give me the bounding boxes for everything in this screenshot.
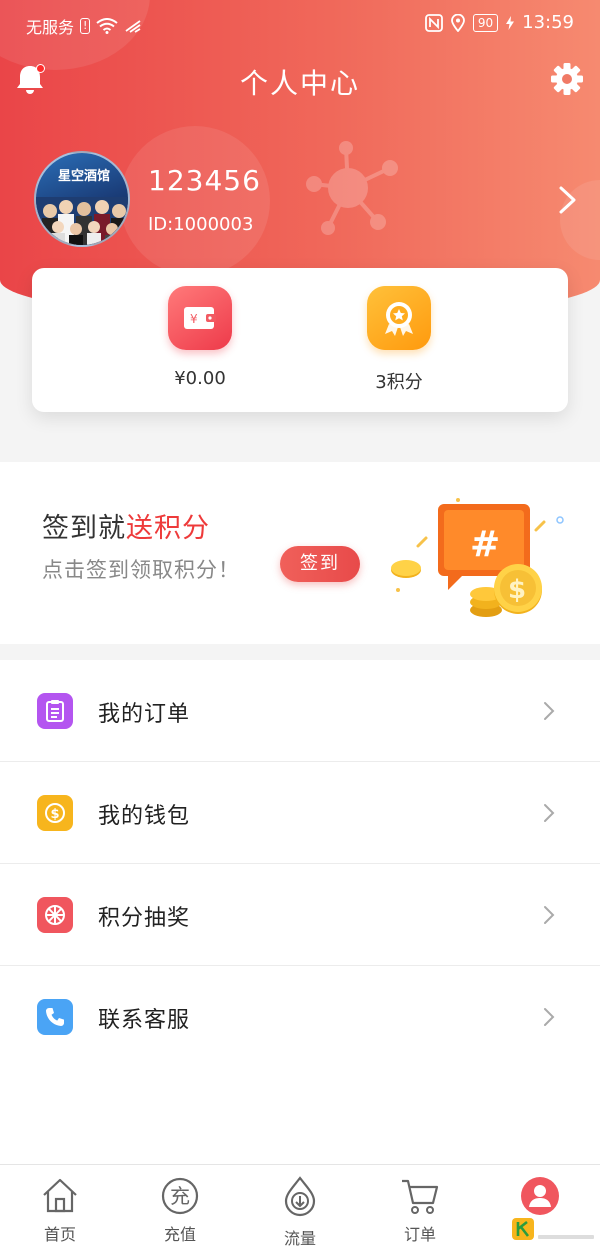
balance-item[interactable]: ¥ ¥0.00 [140, 286, 260, 389]
profile-chevron-right-icon[interactable] [554, 184, 580, 216]
decorative-circle [120, 126, 270, 276]
menu-icon-tile: $ [37, 795, 73, 831]
points-value: 3积分 [375, 372, 423, 393]
coins-board-illustration-icon: # $ [391, 498, 564, 617]
page-title: 个人中心 [239, 67, 360, 100]
medal-icon [385, 302, 413, 336]
charging-icon [506, 15, 515, 30]
tab-traffic[interactable]: 流量 [240, 1165, 360, 1247]
menu-item-label: 积分抽奖 [98, 906, 191, 931]
chevron-right-icon [544, 906, 555, 924]
chevron-right-icon [544, 804, 555, 822]
menu-item-label: 我的钱包 [98, 804, 191, 829]
wifi-icon [96, 18, 119, 34]
nfc-icon [424, 13, 443, 32]
points-tile [367, 286, 431, 350]
settings-button[interactable] [550, 62, 584, 96]
avatar-people-image [36, 197, 128, 245]
menu-icon-tile [37, 999, 73, 1035]
user-id: ID:1000003 [148, 214, 254, 235]
menu-item-support[interactable]: 联系客服 [0, 966, 600, 1068]
tab-orders[interactable]: 订单 [360, 1165, 480, 1247]
username: 123456 [148, 164, 261, 197]
signin-title-prefix: 签到就 [42, 513, 126, 544]
home-icon [43, 1178, 77, 1213]
recharge-icon: 充 [161, 1177, 199, 1215]
menu-item-label: 联系客服 [98, 1008, 191, 1033]
menu-icon-tile [37, 897, 73, 933]
status-bar: 无服务 ! 90 13:59 [0, 0, 600, 48]
balance-value: ¥0.00 [174, 368, 226, 389]
signin-subtitle: 点击签到领取积分！ [42, 558, 240, 582]
traffic-icon [284, 1176, 316, 1217]
menu-list: 我的订单 $ 我的钱包 积分抽奖 联系客服 [0, 660, 600, 1068]
clock-text: 13:59 [522, 12, 574, 33]
wallet-coin-icon: $ [45, 803, 65, 823]
tab-home[interactable]: 首页 [0, 1165, 120, 1247]
tab-label: 订单 [403, 1225, 436, 1244]
menu-icon-tile [37, 693, 73, 729]
svg-text:¥: ¥ [190, 312, 198, 326]
cart-icon [402, 1179, 439, 1214]
phone-icon [46, 1008, 64, 1026]
signin-banner: 签到就送积分 点击签到领取积分！ 签到 # $ [0, 462, 600, 644]
lottery-wheel-icon [45, 905, 65, 925]
wallet-icon: ¥ [184, 307, 216, 329]
signin-button[interactable]: 签到 [280, 546, 360, 582]
wallet-tile: ¥ [168, 286, 232, 350]
tab-label: 流量 [283, 1229, 316, 1247]
tab-label: 首页 [43, 1225, 76, 1244]
gear-icon [551, 63, 583, 95]
chevron-right-icon [544, 1008, 555, 1026]
menu-item-orders[interactable]: 我的订单 [0, 660, 600, 762]
menu-item-wallet[interactable]: $ 我的钱包 [0, 762, 600, 864]
chevron-right-icon [544, 702, 555, 720]
battery-level: 90 [477, 15, 494, 30]
sim-icon: ! [80, 18, 91, 34]
tab-label: 充值 [163, 1225, 196, 1244]
signal-speed-icon [125, 20, 141, 33]
status-left: 无服务 ! [26, 14, 142, 38]
menu-item-label: 我的订单 [98, 702, 191, 727]
menu-item-lottery[interactable]: 积分抽奖 [0, 864, 600, 966]
profile-icon [521, 1177, 559, 1215]
battery-icon: 90 [472, 13, 499, 32]
site-watermark-logo [512, 1218, 594, 1240]
clipboard-icon [46, 700, 64, 722]
carrier-text: 无服务 [26, 18, 75, 37]
network-decoration-icon [306, 141, 398, 235]
status-right: 90 13:59 [424, 12, 574, 33]
points-item[interactable]: 3积分 [339, 286, 459, 394]
page-blank-area [0, 1068, 600, 1164]
svg-text:#: # [470, 524, 500, 565]
signin-title: 签到就送积分 [42, 506, 210, 545]
recharge-glyph: 充 [170, 1184, 190, 1208]
svg-text:$: $ [508, 575, 526, 605]
avatar[interactable]: 星空酒馆 [34, 151, 130, 247]
avatar-banner-text: 星空酒馆 [57, 169, 110, 184]
bottom-tab-bar: 首页 充 充值 流量 订单 [0, 1164, 600, 1247]
signin-title-highlight: 送积分 [126, 513, 210, 544]
tab-recharge[interactable]: 充 充值 [120, 1165, 240, 1247]
svg-text:$: $ [51, 807, 60, 822]
location-icon [450, 13, 465, 32]
assets-card: ¥ ¥0.00 3积分 [32, 268, 568, 412]
